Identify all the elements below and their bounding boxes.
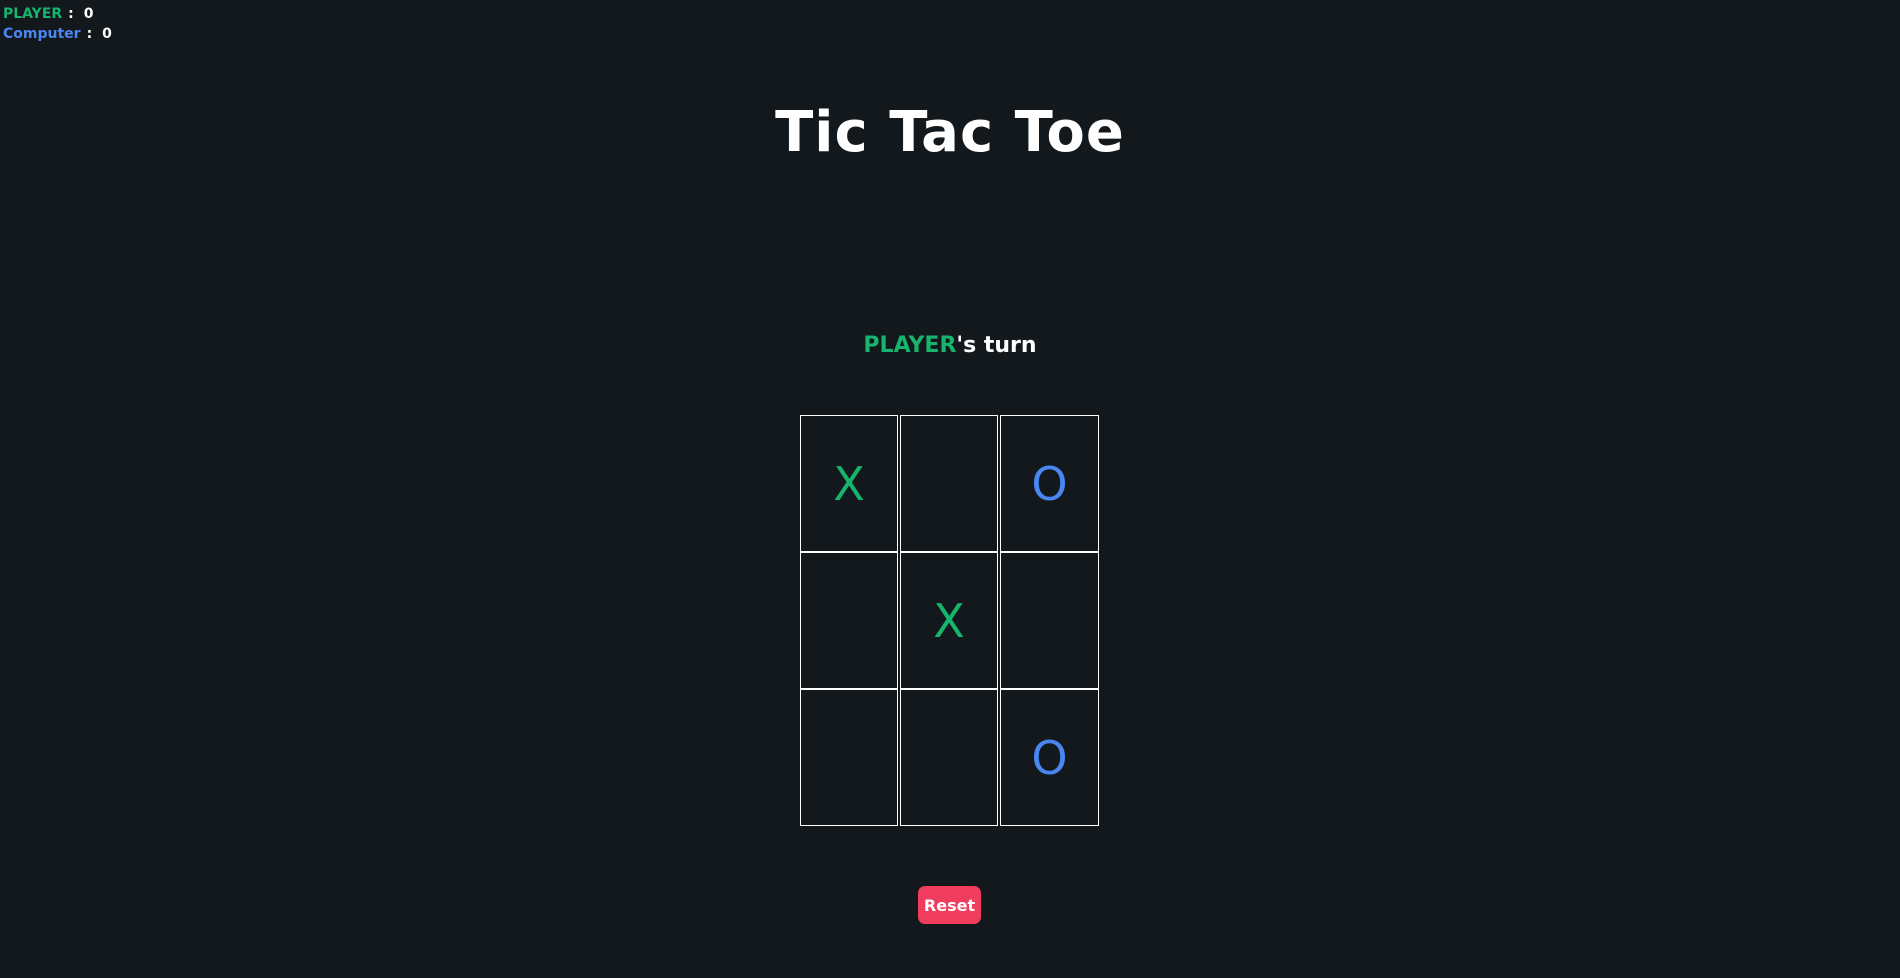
scoreboard: PLAYER : 0 Computer : 0 xyxy=(3,4,112,44)
board-cell-5[interactable]: X xyxy=(900,552,998,689)
computer-score-value: 0 xyxy=(102,26,112,42)
turn-player-name: PLAYER xyxy=(863,333,957,358)
computer-score-label: Computer xyxy=(3,26,81,42)
reset-button[interactable]: Reset xyxy=(918,886,981,924)
player-score-row: PLAYER : 0 xyxy=(3,4,112,24)
board-cell-6[interactable] xyxy=(1000,552,1099,689)
board-cell-8[interactable] xyxy=(900,689,998,826)
game-board: X O X O xyxy=(800,415,1100,826)
board-cell-2[interactable] xyxy=(900,415,998,552)
page-title: Tic Tac Toe xyxy=(775,100,1125,165)
computer-score-row: Computer : 0 xyxy=(3,24,112,44)
board-cell-1[interactable]: X xyxy=(800,415,898,552)
player-score-separator: : xyxy=(68,6,74,22)
board-cell-9[interactable]: O xyxy=(1000,689,1099,826)
computer-score-separator: : xyxy=(86,26,93,42)
player-score-value: 0 xyxy=(83,6,94,22)
turn-indicator: PLAYER's turn xyxy=(0,333,1900,358)
player-score-label: PLAYER xyxy=(3,6,63,22)
board-cell-7[interactable] xyxy=(800,689,898,826)
board-cell-3[interactable]: O xyxy=(1000,415,1099,552)
board-cell-4[interactable] xyxy=(800,552,898,689)
turn-suffix: 's turn xyxy=(956,333,1037,358)
